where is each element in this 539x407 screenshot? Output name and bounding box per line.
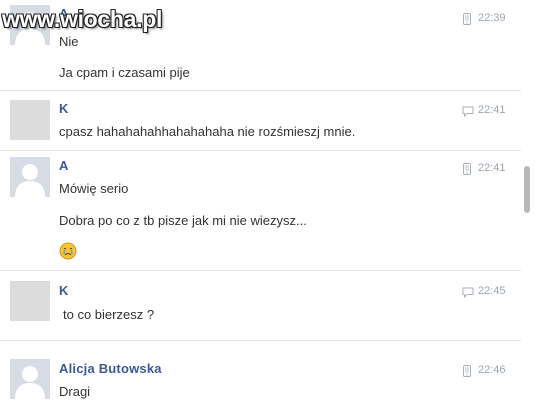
divider (0, 340, 521, 341)
divider (0, 150, 521, 151)
avatar[interactable] (10, 100, 50, 140)
chat-bubble-icon (462, 104, 474, 122)
phone-icon (463, 162, 471, 180)
user-silhouette-icon (10, 359, 50, 399)
scrollbar-thumb[interactable] (524, 166, 530, 213)
phone-icon (463, 12, 471, 30)
message-time: 22:41 (478, 162, 506, 174)
message-text: cpasz hahahahahhahahahaha nie rozśmieszj… (59, 124, 356, 139)
sender-name[interactable]: Alicja Butowska (59, 361, 162, 376)
avatar[interactable] (10, 359, 50, 399)
message-text: Mówię serio (59, 181, 129, 196)
sender-name[interactable]: K (59, 101, 69, 116)
watermark: www.wiocha.pl (2, 6, 163, 32)
avatar[interactable] (10, 281, 50, 321)
message-text: Dragi (59, 384, 91, 399)
message-time: 22:39 (478, 12, 506, 24)
message-time: 22:46 (478, 364, 506, 376)
message-time: 22:41 (478, 104, 506, 116)
user-silhouette-icon (10, 157, 50, 197)
sender-name[interactable]: K (59, 283, 69, 298)
chat-bubble-icon (462, 285, 474, 303)
message-text: Dobra po co z tb pisze jak mi nie wiezys… (59, 213, 307, 228)
phone-icon (463, 364, 471, 382)
message-time: 22:45 (478, 285, 506, 297)
message-text: Nie (59, 34, 79, 49)
message-text: to co bierzesz ? (63, 307, 155, 322)
crying-face-icon (59, 242, 77, 265)
message-text: Ja cpam i czasami pije (59, 65, 190, 80)
avatar[interactable] (10, 157, 50, 197)
divider (0, 90, 521, 91)
divider (0, 270, 521, 271)
sender-name[interactable]: A (59, 158, 69, 173)
